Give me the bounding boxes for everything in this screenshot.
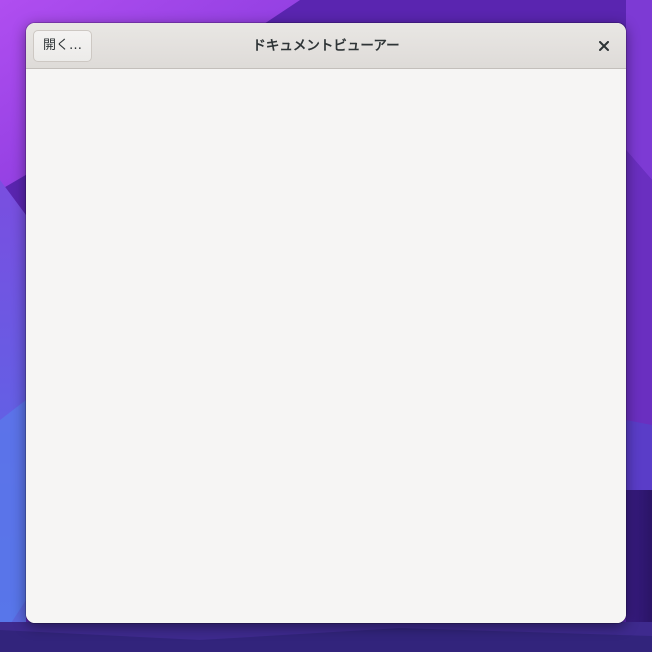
close-icon — [599, 41, 609, 51]
headerbar: 開く… ドキュメントビューアー — [26, 23, 626, 69]
close-button[interactable] — [592, 34, 616, 58]
open-button[interactable]: 開く… — [33, 30, 93, 62]
document-viewer-window: 開く… ドキュメントビューアー — [26, 23, 626, 623]
document-area — [26, 69, 626, 623]
window-title: ドキュメントビューアー — [252, 38, 400, 54]
